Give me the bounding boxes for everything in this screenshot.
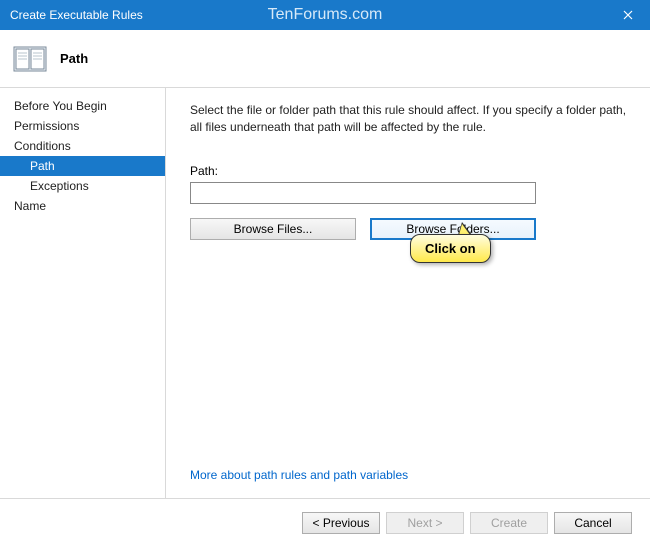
more-info-link[interactable]: More about path rules and path variables xyxy=(190,468,630,482)
browse-files-button[interactable]: Browse Files... xyxy=(190,218,356,240)
watermark-text: TenForums.com xyxy=(268,6,383,24)
annotation-callout: Click on xyxy=(410,234,491,263)
title-bar: Create Executable Rules TenForums.com xyxy=(0,0,650,30)
next-button: Next > xyxy=(386,512,464,534)
path-input[interactable] xyxy=(190,182,536,204)
annotation-text: Click on xyxy=(410,234,491,263)
wizard-nav: Before You BeginPermissionsConditionsPat… xyxy=(0,88,166,498)
close-icon xyxy=(623,10,633,20)
wizard-header: Path xyxy=(0,30,650,88)
description-text: Select the file or folder path that this… xyxy=(190,102,630,136)
nav-item-name[interactable]: Name xyxy=(0,196,165,216)
nav-item-exceptions[interactable]: Exceptions xyxy=(0,176,165,196)
previous-button[interactable]: < Previous xyxy=(302,512,380,534)
create-button: Create xyxy=(470,512,548,534)
page-title: Path xyxy=(60,51,88,66)
window-title: Create Executable Rules xyxy=(10,8,143,22)
nav-item-path[interactable]: Path xyxy=(0,156,165,176)
wizard-footer: < Previous Next > Create Cancel xyxy=(0,498,650,546)
nav-item-before-you-begin[interactable]: Before You Begin xyxy=(0,96,165,116)
cancel-button[interactable]: Cancel xyxy=(554,512,632,534)
book-icon xyxy=(12,41,48,77)
nav-item-permissions[interactable]: Permissions xyxy=(0,116,165,136)
path-label: Path: xyxy=(190,164,630,178)
nav-item-conditions[interactable]: Conditions xyxy=(0,136,165,156)
close-button[interactable] xyxy=(605,0,650,30)
wizard-content: Select the file or folder path that this… xyxy=(166,88,650,498)
